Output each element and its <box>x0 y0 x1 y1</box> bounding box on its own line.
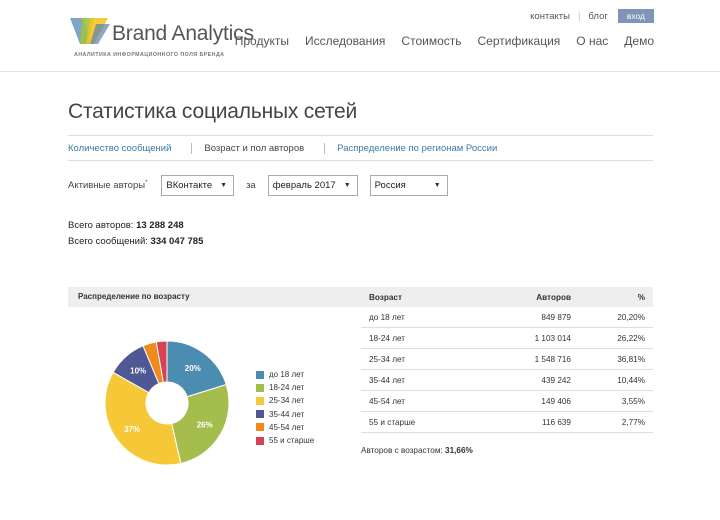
nav-item-certification[interactable]: Сертификация <box>478 34 561 48</box>
page-title: Статистика социальных сетей <box>68 100 358 123</box>
legend-label: 55 и старше <box>269 436 315 446</box>
age-table: Возраст Авторов % до 18 лет 849 879 20,20%… <box>361 287 653 433</box>
main-nav: Продукты Исследования Стоимость Сертифик… <box>219 34 654 48</box>
authors-cell: 116 639 <box>542 417 571 427</box>
legend-label: 18-24 лет <box>269 383 305 393</box>
region-select[interactable]: Россия ▼ <box>369 175 448 196</box>
logo-mark-icon <box>70 18 110 44</box>
legend-item[interactable]: 18-24 лет <box>256 381 314 394</box>
period-label: за <box>246 180 256 191</box>
age-cell: 35-44 лет <box>369 375 406 385</box>
legend-item[interactable]: 35-44 лет <box>256 408 314 421</box>
chevron-down-icon: ▼ <box>433 182 441 189</box>
age-footer-value: 31,66% <box>445 446 473 455</box>
chart-legend: до 18 лет 18-24 лет 25-34 лет 35-44 лет 45-5… <box>256 368 314 447</box>
total-messages-value: 334 047 785 <box>150 236 204 247</box>
age-cell: 25-34 лет <box>369 354 406 364</box>
site-header: Brand Analytics АНАЛИТИКА ИНФОРМАЦИОННОГ… <box>0 0 720 72</box>
brand-tagline: АНАЛИТИКА ИНФОРМАЦИОННОГО ПОЛЯ БРЕНДА <box>74 52 225 58</box>
legend-label: 25-34 лет <box>269 396 305 406</box>
legend-label: 45-54 лет <box>269 422 305 432</box>
network-select-value: ВКонтакте <box>166 180 213 191</box>
total-authors: Всего авторов: 13 288 248 <box>68 220 184 231</box>
blog-link[interactable]: блог <box>588 11 607 22</box>
tab-divider <box>324 142 326 154</box>
period-select[interactable]: февраль 2017 ▼ <box>267 175 358 196</box>
legend-item[interactable]: 55 и старше <box>256 434 314 447</box>
brand-logo[interactable]: Brand Analytics АНАЛИТИКА ИНФОРМАЦИОННОГ… <box>68 14 254 60</box>
age-footer: Авторов с возрастом: 31,66% <box>361 446 473 455</box>
table-header-row: Возраст Авторов % <box>361 287 653 307</box>
nav-item-research[interactable]: Исследования <box>305 34 385 48</box>
table-row: 18-24 лет 1 103 014 26,22% <box>361 328 653 349</box>
top-link-separator: | <box>577 10 581 22</box>
legend-swatch <box>256 436 264 445</box>
percent-cell: 10,44% <box>617 375 645 385</box>
age-cell: 45-54 лет <box>369 396 406 406</box>
table-row: 35-44 лет 439 242 10,44% <box>361 370 653 391</box>
age-cell: 55 и старше <box>369 417 416 427</box>
nav-item-demo[interactable]: Демо <box>624 34 654 48</box>
region-select-value: Россия <box>374 180 406 191</box>
chevron-down-icon: ▼ <box>220 182 228 189</box>
table-row: до 18 лет 849 879 20,20% <box>361 307 653 328</box>
distribution-title: Распределение по возрасту <box>78 292 190 301</box>
age-cell: 18-24 лет <box>369 333 406 343</box>
total-messages: Всего сообщений: 334 047 785 <box>68 236 204 247</box>
table-row: 25-34 лет 1 548 716 36,81% <box>361 349 653 370</box>
legend-label: до 18 лет <box>269 370 304 380</box>
percent-cell: 36,81% <box>617 354 645 364</box>
authors-cell: 439 242 <box>541 375 571 385</box>
authors-cell: 1 103 014 <box>534 333 571 343</box>
network-select[interactable]: ВКонтакте ▼ <box>161 175 235 196</box>
authors-cell: 149 406 <box>541 396 571 406</box>
chevron-down-icon: ▼ <box>343 182 351 189</box>
tab-regions[interactable]: Распределение по регионам России <box>337 143 497 154</box>
nav-item-products[interactable]: Продукты <box>235 34 289 48</box>
authors-cell: 1 548 716 <box>534 354 571 364</box>
age-pie-chart: 20% 26% 37% 10% <box>104 340 230 466</box>
tab-message-count[interactable]: Количество сообщений <box>68 143 171 154</box>
tab-age-gender[interactable]: Возраст и пол авторов <box>204 143 304 154</box>
percent-cell: 2,77% <box>621 417 645 427</box>
pie-slice-label: 20% <box>185 364 201 373</box>
stats-tabs: Количество сообщений Возраст и пол автор… <box>68 135 653 161</box>
nav-item-about[interactable]: О нас <box>576 34 608 48</box>
percent-cell: 20,20% <box>617 312 645 322</box>
top-links: контакты | блог вход <box>530 9 654 23</box>
column-header-authors: Авторов <box>536 292 571 302</box>
age-cell: до 18 лет <box>369 312 405 322</box>
contacts-link[interactable]: контакты <box>530 11 570 22</box>
table-row: 45-54 лет 149 406 3,55% <box>361 391 653 412</box>
legend-item[interactable]: 45-54 лет <box>256 421 314 434</box>
percent-cell: 26,22% <box>617 333 645 343</box>
authors-cell: 849 879 <box>541 312 571 322</box>
filter-label: Активные авторы* <box>68 179 148 192</box>
filters-bar: Активные авторы* ВКонтакте ▼ за февраль … <box>68 175 448 196</box>
legend-item[interactable]: 25-34 лет <box>256 394 314 407</box>
pie-slice-label: 26% <box>197 421 213 430</box>
pie-slice-label: 37% <box>124 425 140 434</box>
totals-block: Всего авторов: 13 288 248 Всего сообщени… <box>68 218 203 250</box>
column-header-age: Возраст <box>369 292 402 302</box>
column-header-percent: % <box>637 292 645 302</box>
legend-swatch <box>256 370 264 379</box>
legend-swatch <box>256 396 264 405</box>
legend-swatch <box>256 410 264 419</box>
legend-label: 35-44 лет <box>269 409 305 419</box>
legend-item[interactable]: до 18 лет <box>256 368 314 381</box>
period-select-value: февраль 2017 <box>272 180 336 191</box>
legend-swatch <box>256 383 264 392</box>
table-row: 55 и старше 116 639 2,77% <box>361 412 653 433</box>
nav-item-pricing[interactable]: Стоимость <box>401 34 461 48</box>
pie-slice-label: 10% <box>130 366 146 375</box>
percent-cell: 3,55% <box>621 396 645 406</box>
table-body: до 18 лет 849 879 20,20% 18-24 лет 1 103 014… <box>361 307 653 433</box>
tab-divider <box>191 142 193 154</box>
login-button[interactable]: вход <box>617 9 654 23</box>
legend-swatch <box>256 423 264 432</box>
total-authors-value: 13 288 248 <box>136 220 184 231</box>
